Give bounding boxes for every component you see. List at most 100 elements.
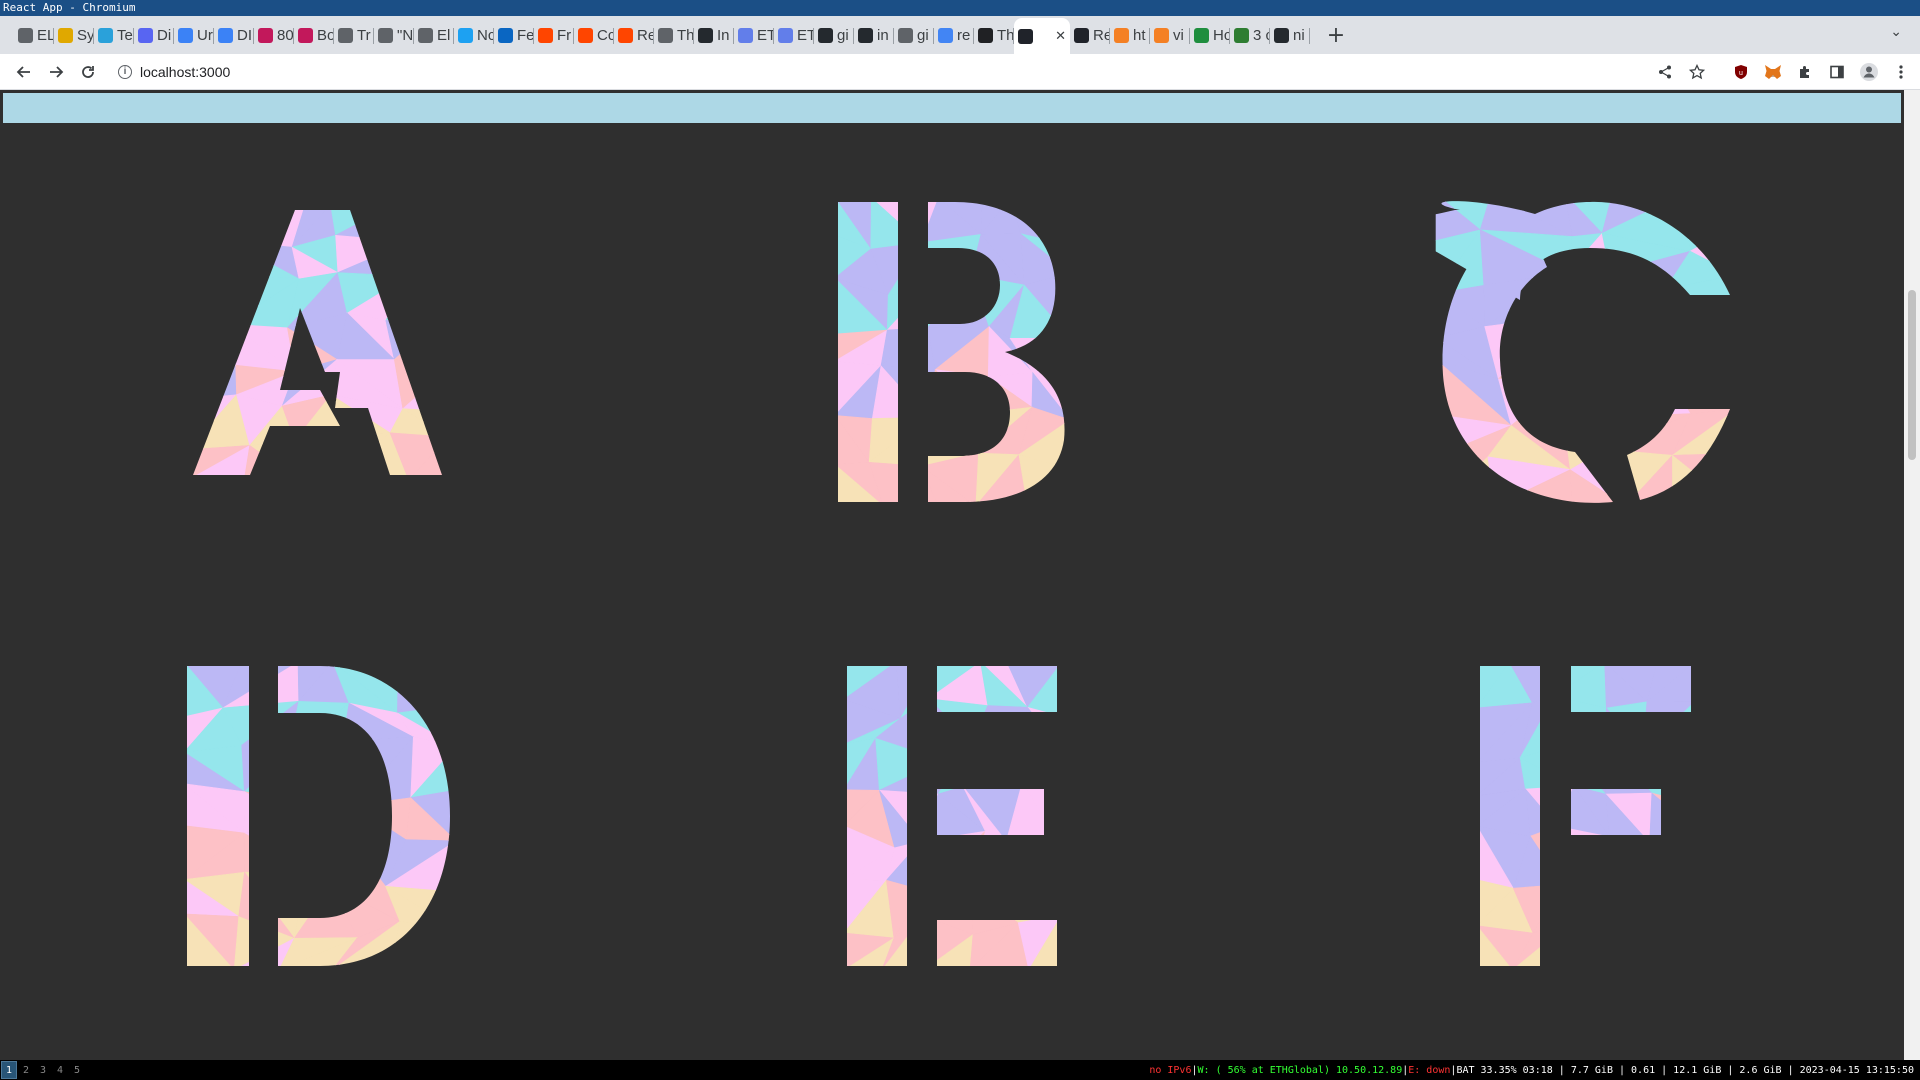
letter-facet [393, 311, 442, 370]
browser-tab[interactable]: In [694, 20, 734, 50]
letter-facet [1563, 744, 1607, 795]
tab-label: gi [917, 26, 929, 44]
browser-tab[interactable]: DI [214, 20, 254, 50]
tab-label: Tr [357, 26, 371, 44]
browser-toolbar: i localhost:3000 u [0, 54, 1920, 90]
forward-arrow-icon[interactable] [40, 56, 72, 88]
react-icon [1018, 28, 1033, 44]
browser-tab[interactable]: Sy [54, 20, 94, 50]
address-bar[interactable]: i localhost:3000 [108, 58, 1652, 86]
browser-tab[interactable]: Re [1070, 20, 1110, 50]
bookmark-star-icon[interactable] [1684, 59, 1710, 85]
browser-tab[interactable]: vi [1150, 20, 1190, 50]
browser-tab[interactable]: El [414, 20, 454, 50]
back-arrow-icon[interactable] [8, 56, 40, 88]
letter-facet [1595, 930, 1657, 966]
letter-facet [1561, 409, 1624, 450]
eth-icon [738, 27, 753, 43]
letter-facet [389, 921, 450, 966]
profile-avatar-icon[interactable] [1856, 59, 1882, 85]
browser-tab[interactable]: 80 [254, 20, 294, 50]
ublock-shield-icon[interactable]: u [1728, 59, 1754, 85]
letter-facet [193, 273, 234, 322]
jr-icon [298, 27, 313, 43]
letter-facet [1559, 919, 1597, 966]
letter-facet [920, 242, 972, 292]
tab-search-chevron-icon[interactable]: ⌄ [1890, 24, 1902, 40]
letter-facet [229, 278, 300, 329]
browser-tab[interactable]: Re [614, 20, 654, 50]
system-status: no IPv6|W: ( 56% at ETHGlobal) 10.50.12.… [1149, 1064, 1914, 1076]
letter-facet [1595, 874, 1644, 932]
page-content [0, 90, 1904, 1060]
share-icon[interactable] [1652, 59, 1678, 85]
browser-tab[interactable]: Ur [174, 20, 214, 50]
browser-tab[interactable]: re [934, 20, 974, 50]
letter-facet [1664, 274, 1730, 331]
app-icon [218, 27, 233, 43]
letter-facet [1665, 367, 1730, 411]
workspace-button[interactable]: 5 [69, 1061, 85, 1079]
letter-facet [1642, 873, 1691, 927]
browser-tab[interactable]: Th [654, 20, 694, 50]
letter-facet [193, 364, 237, 400]
browser-tab[interactable]: ✕ [1014, 18, 1070, 54]
scrollbar-thumb[interactable] [1908, 290, 1916, 460]
browser-tab[interactable]: 3 c [1230, 20, 1270, 50]
window-title: React App - Chromium [3, 1, 136, 14]
browser-tab[interactable]: in [854, 20, 894, 50]
browser-tab[interactable]: Cc [574, 20, 614, 50]
browser-tab[interactable]: Te [94, 20, 134, 50]
letter-facet [243, 444, 299, 475]
browser-tab[interactable]: Bo [294, 20, 334, 50]
browser-tab[interactable]: gi [814, 20, 854, 50]
new-tab-button[interactable]: + [1322, 21, 1350, 49]
workspace-button[interactable]: 2 [18, 1061, 34, 1079]
letter-facet [1556, 825, 1612, 893]
kebab-menu-icon[interactable] [1888, 59, 1914, 85]
letter-facet [407, 240, 442, 293]
page-scrollbar[interactable] [1904, 90, 1920, 1060]
letter-facet [293, 884, 358, 939]
site-info-icon[interactable]: i [118, 64, 132, 79]
browser-tab[interactable]: Fr [534, 20, 574, 50]
browser-tab[interactable]: ET [774, 20, 814, 50]
workspace-button[interactable]: 1 [1, 1061, 17, 1079]
google-icon [938, 27, 953, 43]
tab-label: 3 c [1253, 26, 1270, 44]
workspace-button[interactable]: 4 [52, 1061, 68, 1079]
extensions-puzzle-icon[interactable] [1792, 59, 1818, 85]
tab-label: Bo [317, 26, 334, 44]
browser-tab[interactable]: EL [14, 20, 54, 50]
react-icon [1074, 27, 1089, 43]
workspace-button[interactable]: 3 [35, 1061, 51, 1079]
letter-facet [193, 273, 234, 325]
letter-facet [1642, 751, 1691, 794]
letter-facet [385, 311, 442, 361]
metamask-fox-icon[interactable] [1760, 59, 1786, 85]
letter-facet [227, 210, 306, 248]
browser-tab[interactable]: Di [134, 20, 174, 50]
letter-facet [1018, 454, 1065, 502]
browser-tab[interactable]: ht [1110, 20, 1150, 50]
letter-facet [920, 830, 987, 891]
close-tab-icon[interactable]: ✕ [1055, 28, 1066, 44]
reddit-icon [538, 27, 553, 43]
browser-tab[interactable]: gi [894, 20, 934, 50]
browser-tab[interactable]: Tr [334, 20, 374, 50]
jr-icon [258, 27, 273, 43]
browser-tab[interactable]: Hc [1190, 20, 1230, 50]
browser-tab[interactable]: Fe [494, 20, 534, 50]
browser-tab[interactable]: ET [734, 20, 774, 50]
browser-tab[interactable]: Th [974, 20, 1014, 50]
letter-facet [1032, 337, 1065, 373]
browser-tab[interactable]: "N [374, 20, 414, 50]
letter-facet [937, 742, 972, 795]
letter-facet [1435, 456, 1495, 503]
letter-facet [1562, 409, 1606, 471]
browser-tab[interactable]: Nc [454, 20, 494, 50]
side-panel-icon[interactable] [1824, 59, 1850, 85]
reload-icon[interactable] [72, 56, 104, 88]
browser-tab[interactable]: ni [1270, 20, 1310, 50]
letter-facet [969, 888, 1019, 924]
